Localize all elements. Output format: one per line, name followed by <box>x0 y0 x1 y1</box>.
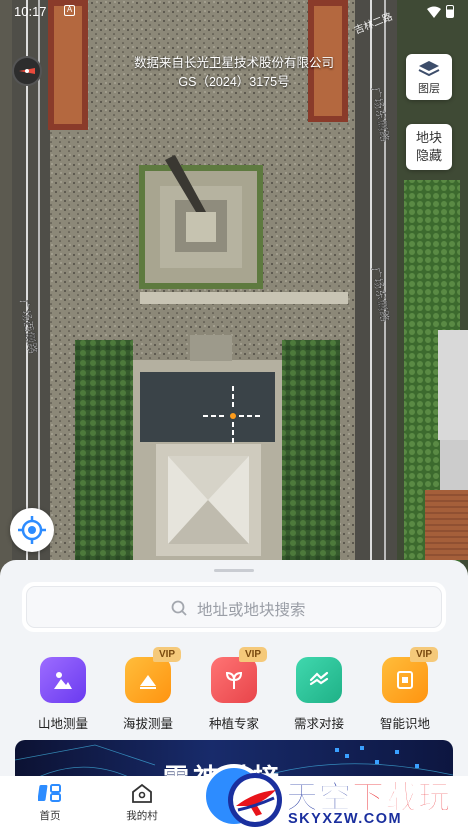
village-tab-icon <box>132 783 152 803</box>
battery-icon <box>446 5 454 18</box>
search-box[interactable]: 地址或地块搜索 <box>22 582 446 632</box>
locate-button[interactable] <box>10 508 54 552</box>
watermark-url: SKYXZW.COM <box>288 811 403 827</box>
watermark-logo-icon <box>228 773 282 827</box>
watermark-title-part1: 天空 <box>285 779 353 816</box>
search-icon <box>171 600 187 616</box>
sheet-drag-handle[interactable] <box>214 569 254 572</box>
tab-village-label: 我的村 <box>126 810 158 822</box>
crosshair-icon <box>203 386 263 446</box>
planting-expert-icon: VIP <box>211 647 267 703</box>
status-bar: 10:17 A <box>0 0 468 24</box>
notification-icon: A <box>64 5 75 16</box>
status-time: 10:17 <box>14 4 47 19</box>
plot-hide-label-1: 地块 <box>415 130 442 145</box>
plot-hide-label-2: 隐藏 <box>415 148 442 163</box>
tool-grid: 山地测量 VIP 海拔测量 VIP 种植专家 需求对接 VIP 智能识地 <box>0 647 468 737</box>
status-icons <box>427 5 454 18</box>
vip-badge: VIP <box>239 647 267 662</box>
search-placeholder: 地址或地块搜索 <box>197 602 306 619</box>
watermark: 天空下载玩 SKYXZW.COM <box>226 770 468 833</box>
tool-label: 山地测量 <box>37 717 88 731</box>
altitude-survey-icon: VIP <box>125 647 181 703</box>
mountain-survey-icon <box>40 657 86 703</box>
home-tab-icon <box>38 784 61 802</box>
tool-altitude-survey[interactable]: VIP 海拔测量 <box>105 647 191 732</box>
copyright-line2: GS（2024）3175号 <box>178 75 290 89</box>
plot-hide-button[interactable]: 地块 隐藏 <box>406 124 452 170</box>
compass-icon[interactable] <box>12 56 42 86</box>
demand-match-icon <box>296 657 342 703</box>
tool-demand-match[interactable]: 需求对接 <box>276 657 362 732</box>
smart-land-id-icon: VIP <box>382 647 438 703</box>
watermark-title-part2: 下载玩 <box>352 779 452 816</box>
tool-planting-expert[interactable]: VIP 种植专家 <box>191 647 277 732</box>
tab-home-label: 首页 <box>39 810 61 822</box>
vip-badge: VIP <box>410 647 438 662</box>
layers-label: 图层 <box>418 83 440 95</box>
tool-label: 智能识地 <box>379 717 430 731</box>
map-copyright: 数据来自长光卫星技术股份有限公司 GS（2024）3175号 <box>0 54 468 92</box>
search-input[interactable]: 地址或地块搜索 <box>26 586 442 628</box>
tool-label: 海拔测量 <box>122 717 173 731</box>
tab-home[interactable]: 首页 <box>20 782 80 823</box>
copyright-line1: 数据来自长光卫星技术股份有限公司 <box>133 56 334 70</box>
tool-mountain-survey[interactable]: 山地测量 <box>20 657 106 732</box>
tool-label: 需求对接 <box>293 717 344 731</box>
locate-icon <box>18 516 46 544</box>
tool-label: 种植专家 <box>208 717 259 731</box>
wifi-icon <box>427 6 441 18</box>
tab-my-village[interactable]: 我的村 <box>112 782 172 823</box>
layers-button[interactable]: 图层 <box>406 54 452 100</box>
tool-smart-land-id[interactable]: VIP 智能识地 <box>362 647 448 732</box>
layers-icon <box>418 61 440 77</box>
vip-badge: VIP <box>153 647 181 662</box>
